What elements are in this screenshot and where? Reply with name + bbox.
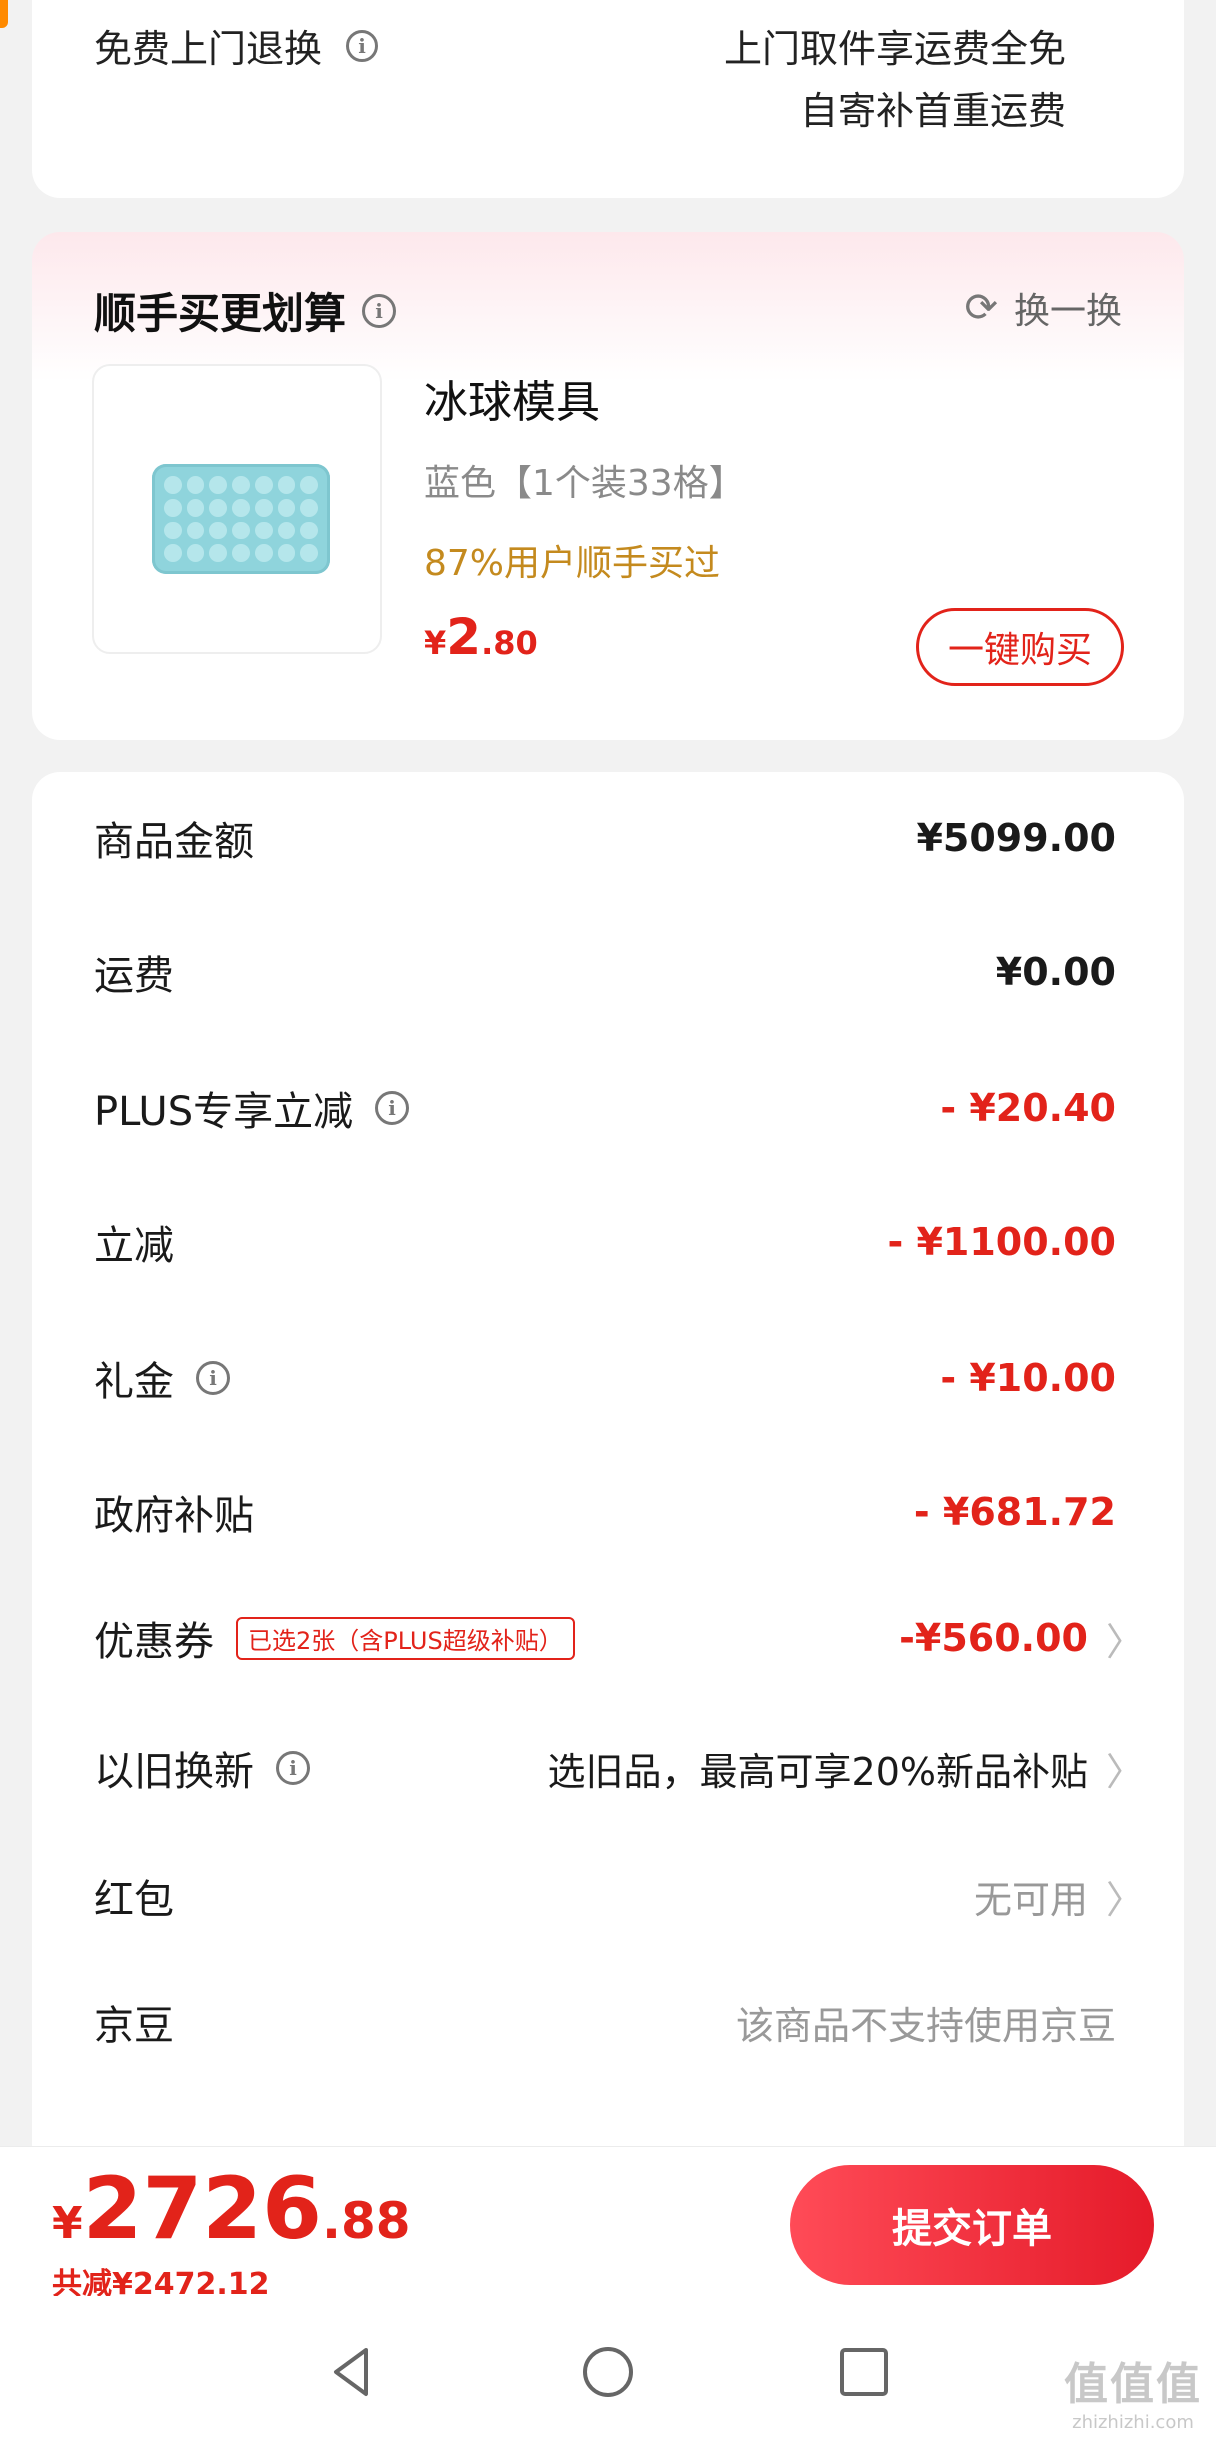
row-red-packet[interactable]: 红包 无可用 〉 — [94, 1866, 1144, 1926]
info-icon[interactable]: i — [362, 293, 397, 328]
return-service-line2: 自寄补首重运费 — [799, 89, 1066, 133]
row-goods-amount: 商品金额 ¥5099.00 — [94, 816, 1116, 865]
row-coupon[interactable]: 优惠券 已选2张（含PLUS超级补贴） -¥560.00 〉 — [94, 1608, 1144, 1668]
system-navigation-bar: 值值值 zhizhizhi.com — [0, 2296, 1216, 2439]
product-price: ¥2.80 — [424, 608, 538, 666]
product-spec: 蓝色【1个装33格】 — [424, 463, 745, 504]
chevron-right-icon: 〉 — [1105, 1749, 1144, 1794]
square-recent-icon[interactable] — [836, 2344, 892, 2400]
info-icon[interactable]: i — [196, 1361, 230, 1395]
watermark: 值值值 zhizhizhi.com — [1064, 2359, 1202, 2433]
info-icon[interactable]: i — [346, 29, 379, 62]
chevron-right-icon: 〉 — [1105, 1619, 1144, 1664]
swap-button[interactable]: ⟳ 换一换 — [964, 282, 1122, 334]
product-buyers-rate: 87%用户顺手买过 — [424, 543, 721, 584]
return-service-label: 免费上门退换 i — [94, 18, 379, 73]
row-government-subsidy: 政府补贴 - ¥681.72 — [94, 1490, 1116, 1539]
circle-home-icon[interactable] — [580, 2344, 636, 2400]
coupon-selected-tag: 已选2张（含PLUS超级补贴） — [236, 1616, 575, 1660]
swap-label: 换一换 — [1013, 291, 1122, 332]
price-summary-card: 商品金额 ¥5099.00 运费 ¥0.00 PLUS专享立减 i - ¥20.… — [32, 772, 1184, 2172]
row-jingdou: 京豆 该商品不支持使用京豆 — [94, 2003, 1116, 2049]
row-shipping: 运费 ¥0.00 — [94, 950, 1116, 999]
checkout-bar: ¥2726.88 共减¥2472.12 提交订单 — [0, 2146, 1216, 2302]
refresh-icon: ⟳ — [964, 285, 998, 331]
product-thumbnail[interactable] — [92, 364, 382, 654]
row-instant-discount: 立减 - ¥1100.00 — [94, 1220, 1116, 1269]
row-trade-in[interactable]: 以旧换新 i 选旧品，最高可享20%新品补贴 〉 — [94, 1738, 1144, 1798]
one-click-buy-button[interactable]: 一键购买 — [916, 608, 1124, 686]
triangle-back-icon[interactable] — [324, 2344, 380, 2400]
row-plus-discount: PLUS专享立减 i - ¥20.40 — [94, 1086, 1116, 1135]
total-price: ¥2726.88 — [52, 2159, 411, 2259]
row-gift-money: 礼金 i - ¥10.00 — [94, 1356, 1116, 1405]
return-service-line1: 上门取件享运费全免 — [723, 27, 1066, 71]
status-indicator — [0, 0, 8, 28]
info-icon[interactable]: i — [375, 1091, 410, 1125]
addon-title: 顺手买更划算 i — [94, 280, 397, 341]
info-icon[interactable]: i — [276, 1751, 310, 1785]
chevron-right-icon: 〉 — [1105, 1877, 1144, 1922]
addon-recommendation-card: 顺手买更划算 i ⟳ 换一换 冰球模具 蓝色【1个装33格】 87%用户顺手买过… — [32, 232, 1184, 740]
product-name[interactable]: 冰球模具 — [424, 366, 600, 430]
submit-order-button[interactable]: 提交订单 — [790, 2165, 1154, 2285]
return-service-card: 免费上门退换 i 上门取件享运费全免 自寄补首重运费 — [32, 0, 1184, 198]
ice-mold-image — [152, 464, 330, 574]
